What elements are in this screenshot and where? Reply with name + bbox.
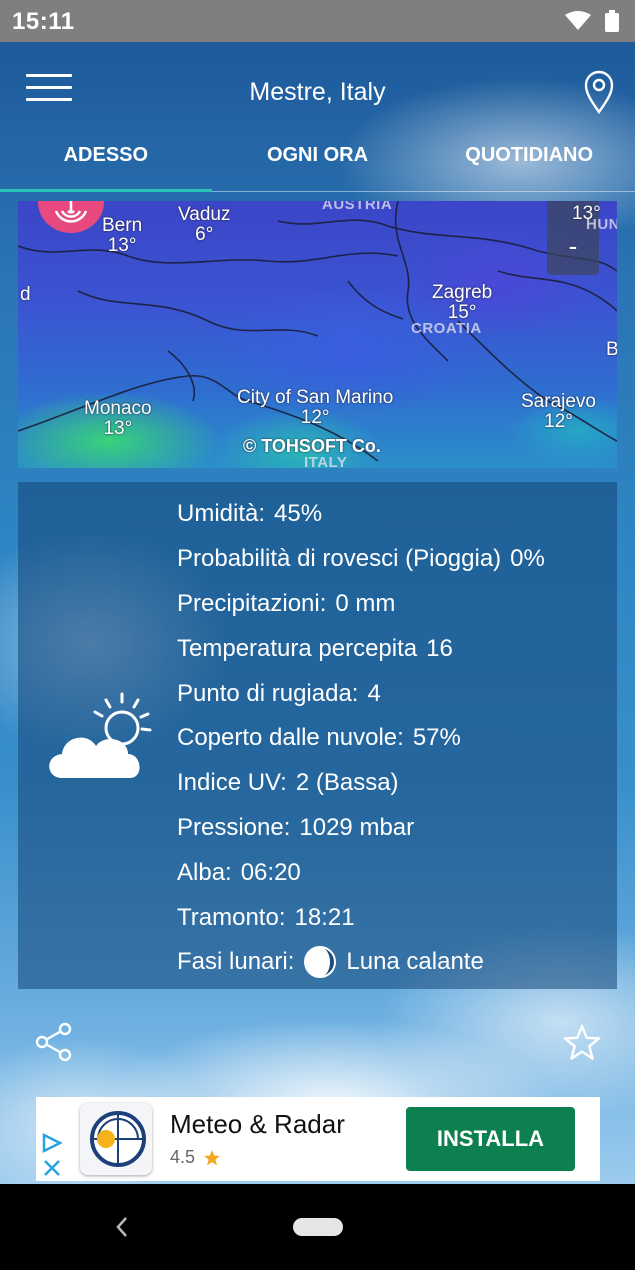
install-button[interactable]: INSTALLA [406,1107,575,1171]
location-button[interactable] [583,70,615,115]
map-city-monaco: Monaco 13° [84,398,152,439]
app-toolbar: Mestre, Italy [0,42,635,142]
map-copyright: © TOHSOFT Co. [243,436,381,456]
map-edge-letter-left: d [20,284,31,305]
wifi-icon [565,11,591,30]
nav-back-icon[interactable] [112,1214,132,1240]
ad-app-icon[interactable] [80,1103,152,1175]
status-bar: 15:11 [0,0,635,42]
detail-sunset: Tramonto: 18:21 [177,903,355,931]
adchoices-icon[interactable] [40,1131,64,1179]
weather-radar-logo-icon [90,1111,146,1167]
detail-rain-probability: Probabilità di rovesci (Pioggia) 0% [177,545,545,573]
moon-phase-icon [304,946,337,979]
radar-icon [54,201,88,223]
map-city-zagreb: Zagreb 15° [432,282,493,323]
favorite-button[interactable] [563,1024,601,1062]
map-city-bern: Bern 13° [102,215,143,256]
tab-quotidiano[interactable]: QUOTIDIANO [423,138,635,191]
tab-bar: ADESSO OGNI ORA QUOTIDIANO [0,138,635,192]
radar-button[interactable] [38,201,104,233]
detail-sunrise: Alba: 06:20 [177,858,301,886]
detail-dew-point: Punto di rugiada: 4 [177,679,381,707]
ad-banner[interactable]: Meteo & Radar 4.5 INSTALLA [36,1097,600,1181]
map-country-austria: AUSTRIA [322,201,393,213]
battery-icon [605,10,619,32]
map-city-san-marino: City of San Marino 12° [237,387,394,428]
tab-adesso[interactable]: ADESSO [0,138,212,192]
rating-star-icon [204,1149,221,1165]
map-edge-letter-right: B [606,339,617,360]
map-country-hun: HUN [586,216,617,233]
weather-details-card: Umidità: 45% Probabilità di rovesci (Piog… [18,482,617,989]
partly-cloudy-icon [49,692,152,778]
tab-ogni-ora[interactable]: OGNI ORA [212,138,424,191]
map-city-sarajevo: Sarajevo 12° [521,391,596,432]
map-city-vaduz: Vaduz 6° [178,204,231,245]
location-title: Mestre, Italy [249,78,386,106]
ad-app-name[interactable]: Meteo & Radar [170,1109,345,1140]
details-list: Umidità: 45% Probabilità di rovesci (Piog… [177,492,545,985]
system-nav-bar [0,1184,635,1270]
status-time: 15:11 [12,8,75,35]
system-icons [565,10,619,32]
detail-precipitation: Precipitazioni: 0 mm [177,589,396,617]
detail-moon-phase: Fasi lunari: Luna calante [177,940,545,985]
share-button[interactable] [34,1022,74,1062]
star-icon [563,1024,601,1060]
share-icon [35,1022,72,1062]
detail-cloud-cover: Coperto dalle nuvole: 57% [177,724,461,752]
detail-humidity: Umidità: 45% [177,500,323,528]
ad-rating: 4.5 [170,1147,221,1168]
nav-home-button[interactable] [293,1218,343,1236]
app-screen: Mestre, Italy ADESSO OGNI ORA QUOTIDIANO [0,42,635,1184]
location-pin-icon [584,70,614,115]
detail-pressure: Pressione: 1029 mbar [177,813,415,841]
detail-feels-like: Temperatura percepita 16 [177,634,453,662]
map-country-croatia: CROATIA [411,320,482,337]
weather-map[interactable]: - Bern 13° Vaduz 6° Zagreb 15° Monaco 13° Ci… [18,201,617,468]
detail-uv-index: Indice UV: 2 (Bassa) [177,769,399,797]
